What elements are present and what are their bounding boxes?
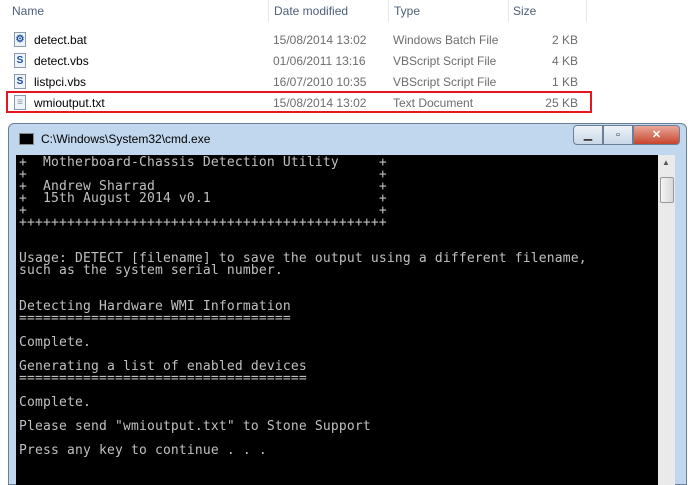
file-type: VBScript Script File <box>393 54 497 68</box>
file-row[interactable]: ⚙ detect.bat 15/08/2014 13:02 Windows Batch… <box>8 30 588 50</box>
file-name: detect.bat <box>34 33 87 47</box>
column-name[interactable]: Name <box>12 4 44 18</box>
file-type: VBScript Script File <box>393 75 497 89</box>
column-type[interactable]: Type <box>394 4 420 18</box>
scroll-up-icon[interactable]: ▲ <box>662 158 670 167</box>
file-name: detect.vbs <box>34 54 89 68</box>
file-name: listpci.vbs <box>34 75 87 89</box>
column-size[interactable]: Size <box>513 4 536 18</box>
batch-file-icon: ⚙ <box>14 32 26 47</box>
file-date: 16/07/2010 10:35 <box>273 75 367 89</box>
title-bar[interactable]: C:\Windows\System32\cmd.exe <box>19 132 211 146</box>
window-controls: ▁ ▫ ✕ <box>573 125 680 145</box>
cmd-icon <box>19 133 34 145</box>
file-date: 01/06/2011 13:16 <box>273 54 366 68</box>
column-divider[interactable] <box>268 0 269 22</box>
file-size: 4 KB <box>551 54 578 68</box>
vbscript-file-icon: S <box>14 53 26 68</box>
column-divider[interactable] <box>388 0 389 22</box>
column-divider[interactable] <box>508 0 509 22</box>
console-output[interactable]: + Motherboard-Chassis Detection Utility … <box>16 155 658 485</box>
console-text: + Motherboard-Chassis Detection Utility … <box>19 155 587 458</box>
file-size: 2 KB <box>551 33 578 47</box>
window-title: C:\Windows\System32\cmd.exe <box>41 132 211 146</box>
file-row[interactable]: Sdetect.vbs 01/06/2011 13:16 VBScript Scri… <box>8 51 588 71</box>
file-type: Windows Batch File <box>393 33 499 47</box>
vbscript-file-icon: S <box>14 74 26 89</box>
scroll-thumb[interactable] <box>660 177 674 203</box>
column-headers: Name Date modified Type Size <box>0 0 688 22</box>
file-date: 15/08/2014 13:02 <box>273 33 367 47</box>
file-size: 1 KB <box>551 75 578 89</box>
file-row[interactable]: Slistpci.vbs 16/07/2010 10:35 VBScript Scr… <box>8 72 588 92</box>
minimize-button[interactable]: ▁ <box>573 125 603 145</box>
close-button[interactable]: ✕ <box>633 125 680 145</box>
highlight-box <box>6 91 592 113</box>
maximize-button[interactable]: ▫ <box>603 125 633 145</box>
column-divider[interactable] <box>586 0 587 22</box>
scrollbar[interactable]: ▲ <box>658 155 675 485</box>
cmd-window: C:\Windows\System32\cmd.exe ▁ ▫ ✕ + Moth… <box>8 123 687 485</box>
column-date[interactable]: Date modified <box>274 4 348 18</box>
